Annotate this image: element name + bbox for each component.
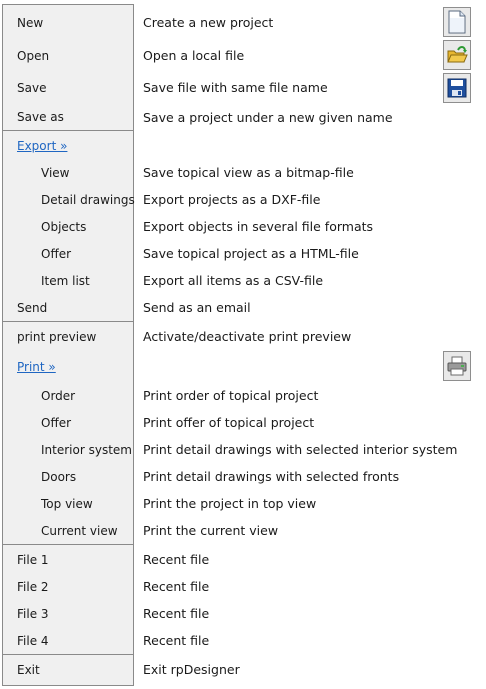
menu-item-export-objects[interactable]: Objects bbox=[41, 220, 86, 234]
menu-item-print-doors[interactable]: Doors bbox=[41, 470, 76, 484]
description-export-view: Save topical view as a bitmap-file bbox=[143, 165, 354, 180]
menu-item-print-top-view[interactable]: Top view bbox=[41, 497, 93, 511]
menu-item-export-offer[interactable]: Offer bbox=[41, 247, 71, 261]
menu-item-recent-file-1[interactable]: File 1 bbox=[17, 553, 49, 567]
description-exit: Exit rpDesigner bbox=[143, 662, 240, 677]
description-print-doors: Print detail drawings with selected fron… bbox=[143, 469, 400, 484]
menu-item-recent-file-2[interactable]: File 2 bbox=[17, 580, 49, 594]
menu-item-print-current-view[interactable]: Current view bbox=[41, 524, 118, 538]
menu-item-print-order[interactable]: Order bbox=[41, 389, 75, 403]
description-print-order: Print order of topical project bbox=[143, 388, 319, 403]
menu-item-print-preview[interactable]: print preview bbox=[17, 330, 96, 344]
menu-item-print-offer[interactable]: Offer bbox=[41, 416, 71, 430]
description-export-item-list: Export all items as a CSV-file bbox=[143, 273, 324, 288]
description-save-as: Save a project under a new given name bbox=[143, 110, 393, 125]
menu-item-open[interactable]: Open bbox=[17, 49, 49, 63]
description-export-offer: Save topical project as a HTML-file bbox=[143, 246, 359, 261]
description-export-detail-drawings: Export projects as a DXF-file bbox=[143, 192, 321, 207]
description-recent-file-2: Recent file bbox=[143, 579, 210, 594]
description-print-offer: Print offer of topical project bbox=[143, 415, 315, 430]
description-print-interior-system: Print detail drawings with selected inte… bbox=[143, 442, 458, 457]
floppy-disk-icon[interactable] bbox=[443, 73, 471, 103]
description-send: Send as an email bbox=[143, 300, 251, 315]
menu-item-recent-file-3[interactable]: File 3 bbox=[17, 607, 49, 621]
menu-item-print-interior-system[interactable]: Interior system bbox=[41, 443, 132, 457]
printer-icon[interactable] bbox=[443, 351, 471, 381]
menu-divider bbox=[2, 654, 134, 655]
menu-item-save[interactable]: Save bbox=[17, 81, 46, 95]
description-open: Open a local file bbox=[143, 48, 245, 63]
menu-item-exit[interactable]: Exit bbox=[17, 663, 40, 677]
menu-divider bbox=[2, 130, 134, 131]
menu-item-recent-file-4[interactable]: File 4 bbox=[17, 634, 49, 648]
menu-item-save-as[interactable]: Save as bbox=[17, 110, 64, 124]
description-new: Create a new project bbox=[143, 15, 274, 30]
menu-item-print[interactable]: Print » bbox=[17, 360, 56, 374]
menu-item-export-item-list[interactable]: Item list bbox=[41, 274, 90, 288]
menu-item-export[interactable]: Export » bbox=[17, 139, 67, 153]
menu-divider bbox=[2, 544, 134, 545]
menu-divider bbox=[2, 321, 134, 322]
description-save: Save file with same file name bbox=[143, 80, 328, 95]
menu-item-export-detail-drawings[interactable]: Detail drawings bbox=[41, 193, 135, 207]
open-folder-icon[interactable] bbox=[443, 40, 471, 70]
description-print-preview: Activate/deactivate print preview bbox=[143, 329, 352, 344]
menu-item-send[interactable]: Send bbox=[17, 301, 47, 315]
menu-item-new[interactable]: New bbox=[17, 16, 43, 30]
description-print-current-view: Print the current view bbox=[143, 523, 279, 538]
menu-item-export-view[interactable]: View bbox=[41, 166, 69, 180]
description-recent-file-1: Recent file bbox=[143, 552, 210, 567]
new-document-icon[interactable] bbox=[443, 7, 471, 37]
description-export-objects: Export objects in several file formats bbox=[143, 219, 374, 234]
description-recent-file-3: Recent file bbox=[143, 606, 210, 621]
description-print-top-view: Print the project in top view bbox=[143, 496, 317, 511]
description-recent-file-4: Recent file bbox=[143, 633, 210, 648]
